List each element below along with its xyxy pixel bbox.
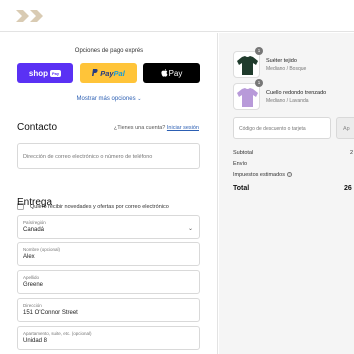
contact-title: Contacto xyxy=(17,122,58,133)
apartment-value: Unidad 8 xyxy=(23,338,48,344)
taxes-row: Impuestos estimados? xyxy=(233,172,292,178)
first-name-label: Nombre (opcional) xyxy=(23,247,61,252)
item-name: Suéter tejido xyxy=(266,58,297,64)
address-field[interactable]: Dirección 151 O'Connor Street xyxy=(17,298,200,322)
subtotal-label: Subtotal xyxy=(233,150,254,156)
discount-placeholder: Código de descuento o tarjeta xyxy=(239,126,306,132)
order-summary: 1 Suéter tejido Mediano / Bosque 1 Cuell… xyxy=(219,33,354,354)
shop-pay-tag: Pay xyxy=(49,69,62,77)
first-name-value: Alex xyxy=(23,254,35,260)
total-value: 26 xyxy=(344,185,352,192)
checkout-form: Opciones de pago exprés shop Pay Pay Pal … xyxy=(0,33,218,354)
last-name-label: Apellido xyxy=(23,275,40,280)
last-name-value: Greene xyxy=(23,282,44,288)
top-header xyxy=(0,0,354,32)
discount-code-input[interactable]: Código de descuento o tarjeta xyxy=(233,117,331,139)
quantity-badge: 1 xyxy=(255,47,263,55)
info-icon[interactable]: ? xyxy=(286,172,292,177)
sweater-icon xyxy=(237,88,258,107)
show-more-label: Mostrar más opciones xyxy=(76,96,136,102)
item-name: Cuello redondo trenzado xyxy=(266,90,327,96)
paypal-label-pay: Pay xyxy=(100,68,114,78)
item-variant: Mediano / Lavanda xyxy=(266,98,309,104)
chevron-down-icon: ⌄ xyxy=(137,96,142,102)
paypal-icon xyxy=(92,68,98,78)
shipping-label: Envío xyxy=(233,161,248,167)
double-chevron-logo-icon[interactable] xyxy=(16,10,46,22)
apply-discount-button[interactable]: Ap xyxy=(336,117,354,139)
product-image xyxy=(233,83,260,110)
cart-item: 1 Suéter tejido Mediano / Bosque xyxy=(233,47,353,79)
shop-pay-button[interactable]: shop Pay xyxy=(17,63,73,83)
taxes-label: Impuestos estimados xyxy=(233,172,285,178)
product-image xyxy=(233,51,260,78)
apartment-field[interactable]: Apartamento, suite, etc. (opcional) Unid… xyxy=(17,326,200,350)
email-field[interactable]: Dirección de correo electrónico o número… xyxy=(17,143,200,169)
total-label: Total xyxy=(233,185,250,192)
login-link[interactable]: Iniciar sesión xyxy=(167,125,199,131)
country-value: Canadá xyxy=(23,227,45,233)
address-value: 151 O'Connor Street xyxy=(23,310,78,316)
paypal-button[interactable]: Pay Pal xyxy=(80,63,137,83)
address-label: Dirección xyxy=(23,303,42,308)
last-name-field[interactable]: Apellido Greene xyxy=(17,270,200,294)
apple-pay-button[interactable]: Pay xyxy=(143,63,200,83)
paypal-label-pal: Pal xyxy=(113,68,125,78)
subtotal-value: 2 xyxy=(350,150,354,156)
country-select[interactable]: País/región Canadá ⌄ xyxy=(17,215,200,239)
apple-pay-label: Pay xyxy=(168,68,183,78)
chevron-down-icon: ⌄ xyxy=(187,226,193,232)
item-variant: Mediano / Bosque xyxy=(266,66,307,72)
quantity-badge: 1 xyxy=(255,79,263,87)
shop-pay-label: shop xyxy=(28,68,48,78)
email-placeholder: Dirección de correo electrónico o número… xyxy=(23,154,153,160)
first-name-field[interactable]: Nombre (opcional) Alex xyxy=(17,242,200,266)
account-prompt-text: ¿Tienes una cuenta? xyxy=(113,125,166,131)
apply-label: Ap xyxy=(343,126,350,132)
express-checkout-title: Opciones de pago exprés xyxy=(74,48,144,54)
account-prompt: ¿Tienes una cuenta? Iniciar sesión xyxy=(114,125,199,131)
delivery-title: Entrega xyxy=(17,197,53,208)
apartment-label: Apartamento, suite, etc. (opcional) xyxy=(23,331,92,336)
show-more-options-link[interactable]: Mostrar más opciones ⌄ xyxy=(0,96,218,102)
cart-item: 1 Cuello redondo trenzado Mediano / Lava… xyxy=(233,79,353,111)
apple-icon xyxy=(161,69,168,77)
country-label: País/región xyxy=(23,220,46,225)
sweater-icon xyxy=(237,56,258,75)
